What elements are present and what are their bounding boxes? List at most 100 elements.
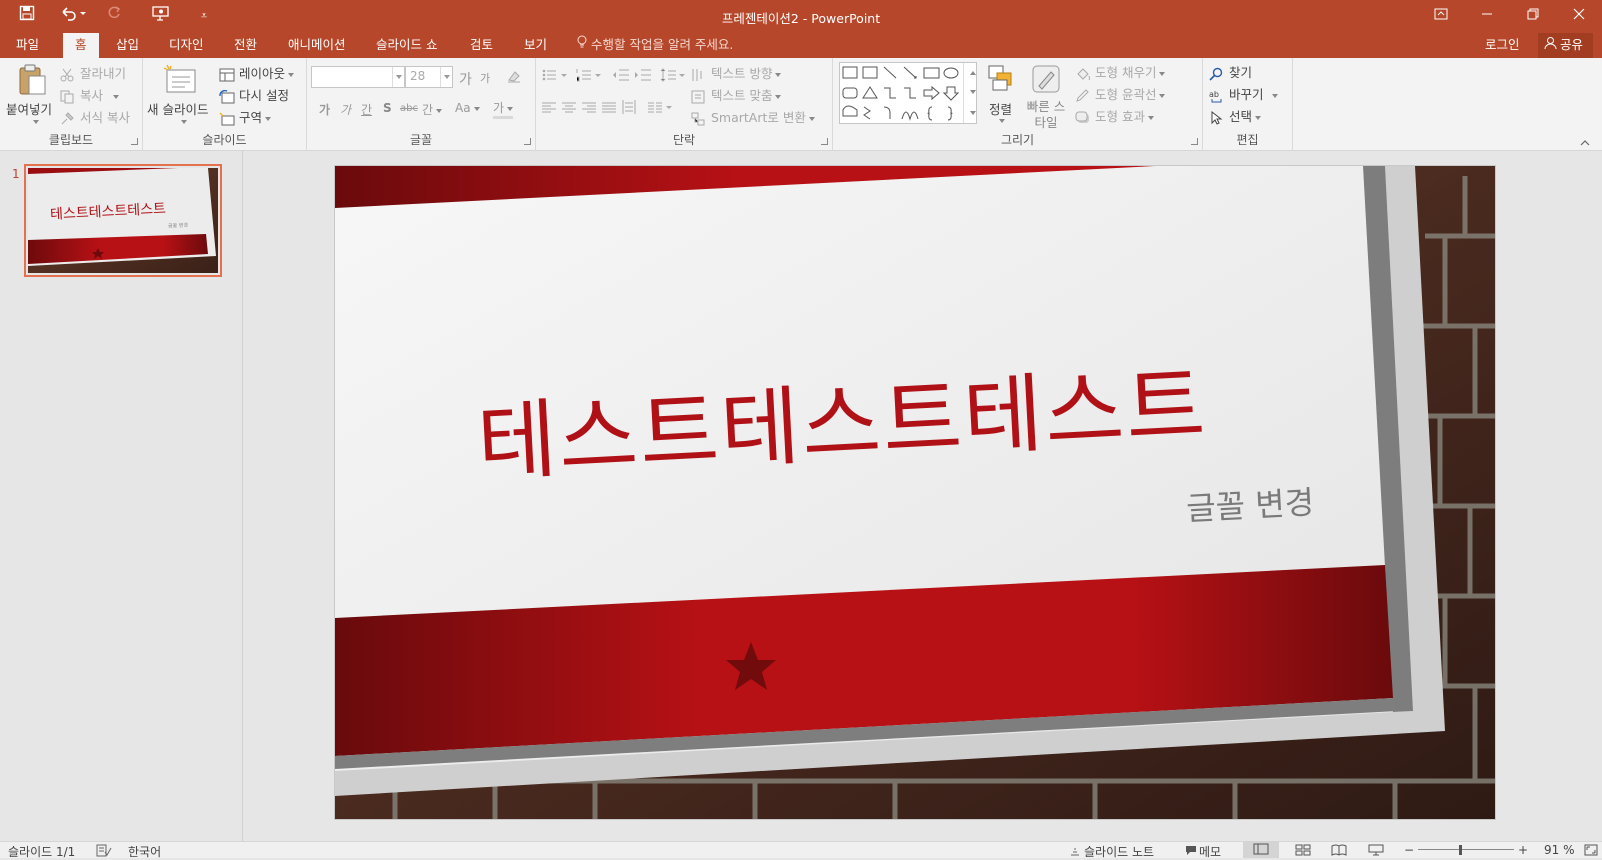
slide-canvas[interactable]: 테스트테스트테스트 글꼴 변경 (334, 165, 1496, 820)
replace-button[interactable]: ab 바꾸기 (1209, 84, 1278, 103)
section-button[interactable]: 구역 (219, 107, 272, 126)
arrange-dropdown-icon[interactable] (999, 119, 1005, 123)
paste-dropdown-icon[interactable] (33, 120, 39, 124)
bold-button[interactable]: 가 (319, 101, 330, 118)
text-direction-button[interactable]: 텍스트 방향 (691, 63, 782, 82)
reading-view-icon[interactable] (1331, 844, 1347, 859)
shrink-font-button[interactable]: 가 (480, 70, 490, 86)
decrease-indent-icon[interactable] (612, 68, 630, 85)
align-text-button[interactable]: 텍스트 맞춤 (691, 85, 782, 104)
clipboard-dialog-launcher-icon[interactable] (131, 138, 138, 145)
tab-slideshow[interactable]: 슬라이드 쇼 (364, 33, 449, 58)
convert-smartart-button[interactable]: SmartArt로 변환 (691, 107, 815, 126)
font-name-dropdown-icon[interactable] (392, 67, 404, 87)
notes-button[interactable]: 슬라이드 노트 (1070, 843, 1154, 860)
columns-icon[interactable] (648, 102, 674, 117)
text-direction-dropdown-icon (775, 72, 782, 77)
font-color-button[interactable]: 가 (493, 99, 514, 119)
quick-styles-button[interactable]: 빠른 스타일 (1023, 62, 1067, 132)
shape-fill-button[interactable]: 도형 채우기 (1075, 62, 1166, 81)
share-button[interactable]: 공유 (1538, 33, 1594, 58)
minimize-icon[interactable] (1464, 0, 1510, 33)
close-icon[interactable] (1556, 0, 1602, 33)
language[interactable]: 한국어 (128, 843, 161, 860)
character-spacing-button[interactable]: 간 (422, 101, 443, 118)
tab-file[interactable]: 파일 (4, 33, 51, 58)
comments-button[interactable]: 메모 (1185, 843, 1221, 860)
gallery-up-icon[interactable] (970, 71, 976, 75)
align-right-icon[interactable] (582, 102, 596, 117)
tab-transitions[interactable]: 전환 (222, 33, 269, 58)
gallery-down-icon[interactable] (970, 90, 976, 94)
italic-button[interactable]: 가 (340, 101, 351, 118)
increase-indent-icon[interactable] (634, 68, 652, 85)
change-case-button[interactable]: Aa (455, 101, 480, 115)
zoom-slider[interactable] (1418, 849, 1514, 850)
numbering-icon[interactable] (576, 68, 604, 85)
layout-button[interactable]: 레이아웃 (219, 63, 295, 82)
shapes-gallery[interactable] (839, 62, 977, 124)
new-slide-button[interactable]: 새 슬라이드 (147, 62, 215, 128)
justify-icon[interactable] (602, 102, 616, 117)
tab-view[interactable]: 보기 (512, 33, 559, 58)
paragraph-dialog-launcher-icon[interactable] (821, 138, 828, 145)
restore-icon[interactable] (1510, 0, 1556, 33)
select-button[interactable]: 선택 (1209, 106, 1262, 125)
clear-formatting-icon[interactable] (506, 68, 522, 87)
align-center-icon[interactable] (562, 102, 576, 117)
slide-subtitle[interactable]: 글꼴 변경 (1185, 477, 1315, 530)
zoom-in-button[interactable]: + (1518, 843, 1528, 857)
tab-design[interactable]: 디자인 (157, 33, 216, 58)
normal-view-icon[interactable] (1243, 841, 1279, 858)
strikethrough-button[interactable]: abc (400, 103, 418, 114)
distributed-icon[interactable] (622, 100, 636, 117)
font-name-combo[interactable] (311, 66, 405, 88)
thumbnail-subtitle: 글꼴 변경 (167, 222, 189, 230)
zoom-out-button[interactable]: − (1404, 843, 1414, 857)
zoom-level[interactable]: 91 % (1544, 843, 1575, 857)
tab-review[interactable]: 검토 (458, 33, 505, 58)
reset-button[interactable]: 다시 설정 (219, 85, 289, 104)
underline-button[interactable]: 간 (361, 101, 372, 118)
cut-button[interactable]: 잘라내기 (60, 63, 126, 82)
shapes-gallery-icons (842, 66, 960, 121)
find-button[interactable]: 찾기 (1209, 62, 1252, 81)
shape-outline-button[interactable]: 도형 윤곽선 (1075, 84, 1166, 103)
tab-home[interactable]: 홈 (63, 33, 99, 58)
tell-me-search[interactable]: 수행할 작업을 알려 주세요. (577, 33, 733, 56)
zoom-slider-thumb[interactable] (1459, 845, 1462, 855)
collapse-ribbon-icon[interactable] (1580, 135, 1590, 149)
share-label: 공유 (1560, 37, 1584, 52)
group-drawing: 정렬 빠른 스타일 도형 채우기 도형 윤곽선 도형 효과 그리기 (833, 58, 1203, 151)
font-size-combo[interactable]: 28 (405, 66, 453, 88)
drawing-dialog-launcher-icon[interactable] (1191, 138, 1198, 145)
shadow-button[interactable]: S (383, 101, 392, 115)
font-dialog-launcher-icon[interactable] (524, 138, 531, 145)
character-spacing-dropdown-icon (436, 108, 443, 113)
line-spacing-icon[interactable] (660, 68, 686, 85)
gallery-more-icon[interactable] (970, 111, 976, 115)
grow-font-button[interactable]: 가 (459, 69, 472, 89)
paste-button[interactable]: 붙여넣기 (6, 62, 54, 128)
layout-label: 레이아웃 (239, 66, 286, 81)
section-label: 구역 (239, 110, 263, 125)
bullets-icon[interactable] (542, 68, 570, 85)
copy-dropdown-icon[interactable] (113, 94, 120, 99)
tell-me-text: 수행할 작업을 알려 주세요. (591, 37, 734, 52)
slide-thumbnail-1[interactable]: 테스트테스트테스트 글꼴 변경 (24, 164, 222, 277)
new-slide-dropdown-icon[interactable] (181, 120, 187, 124)
align-left-icon[interactable] (542, 102, 556, 117)
tab-animations[interactable]: 애니메이션 (276, 33, 358, 58)
shapes-gallery-scroll[interactable] (963, 63, 976, 123)
ribbon-display-options-icon[interactable] (1418, 0, 1464, 33)
sign-in-link[interactable]: 로그인 (1485, 33, 1520, 56)
arrange-button[interactable]: 정렬 (983, 62, 1017, 128)
slideshow-view-icon[interactable] (1368, 844, 1384, 859)
shape-effects-button[interactable]: 도형 효과 (1075, 106, 1154, 125)
format-painter-button[interactable]: 서식 복사 (60, 107, 130, 126)
tab-insert[interactable]: 삽입 (104, 33, 151, 58)
slide-sorter-view-icon[interactable] (1295, 844, 1311, 859)
fit-to-window-icon[interactable] (1584, 844, 1598, 859)
copy-button[interactable]: 복사 (60, 85, 120, 104)
font-size-dropdown-icon[interactable] (440, 67, 452, 87)
